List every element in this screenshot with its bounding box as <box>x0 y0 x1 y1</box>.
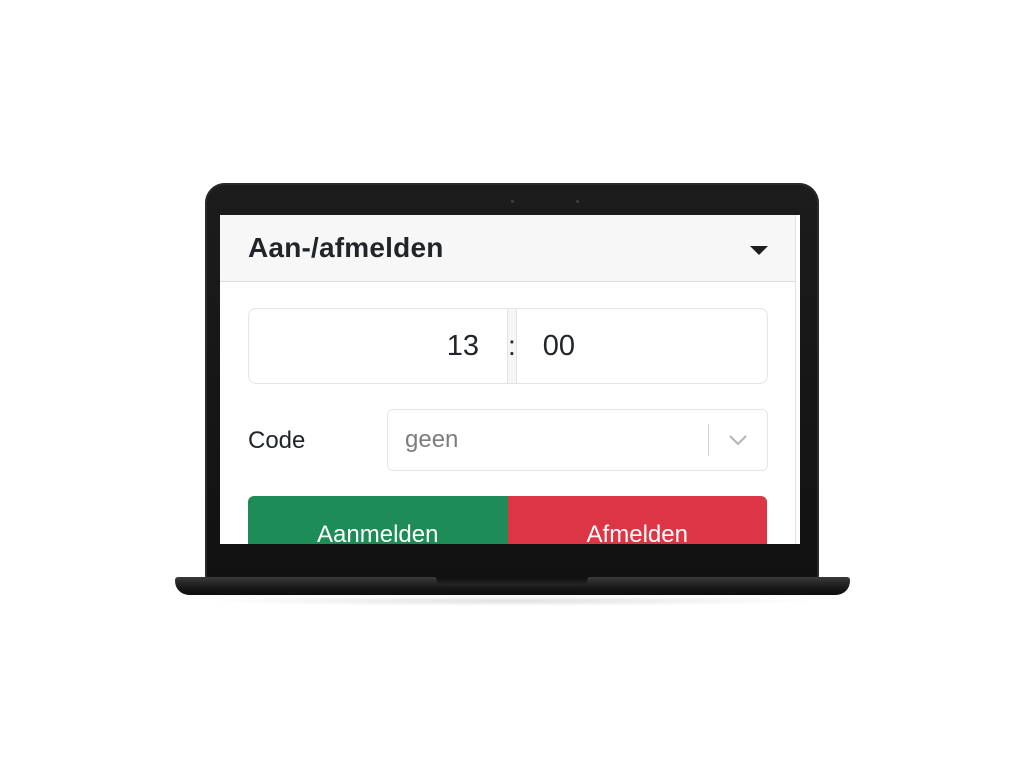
sign-out-button[interactable]: Afmelden <box>507 496 767 544</box>
action-buttons: Aanmelden Afmelden <box>248 496 767 544</box>
hours-input[interactable] <box>249 309 507 383</box>
card-title: Aan-/afmelden <box>248 232 444 263</box>
minutes-input[interactable] <box>516 309 767 383</box>
time-separator: : <box>507 309 517 383</box>
sensor-dot <box>576 200 579 203</box>
laptop-shadow <box>200 596 825 606</box>
card-header[interactable]: Aan-/afmelden <box>220 215 795 282</box>
time-input-group: : <box>248 308 768 384</box>
stage: Aan-/afmelden : Code geen Aanmelden <box>0 0 1024 768</box>
chevron-down-icon[interactable] <box>709 410 767 470</box>
laptop-notch <box>436 577 588 586</box>
caret-down-icon[interactable] <box>750 245 768 255</box>
attendance-card: Aan-/afmelden : Code geen Aanmelden <box>220 215 796 544</box>
camera-dot <box>511 200 514 203</box>
code-label: Code <box>248 427 306 454</box>
code-selected-value: geen <box>405 426 459 453</box>
sign-in-button[interactable]: Aanmelden <box>248 496 508 544</box>
laptop-screen: Aan-/afmelden : Code geen Aanmelden <box>220 215 800 544</box>
code-select[interactable]: geen <box>387 409 768 471</box>
